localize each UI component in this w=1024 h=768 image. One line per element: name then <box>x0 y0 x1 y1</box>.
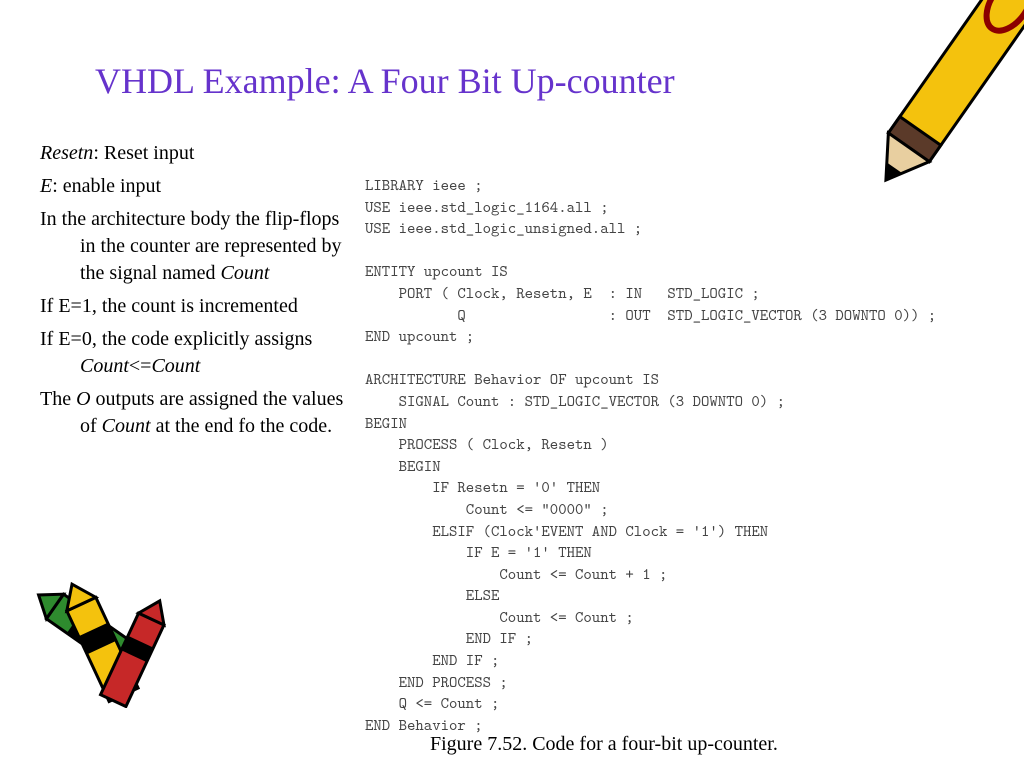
crayons-icon <box>30 578 200 708</box>
term-e: E <box>40 175 52 197</box>
figure-caption: Figure 7.52. Code for a four-bit up-coun… <box>430 733 778 756</box>
vhdl-code-listing: LIBRARY ieee ; USE ieee.std_logic_1164.a… <box>365 175 1005 736</box>
explanation-column: Resetn: Reset input E: enable input In t… <box>40 140 350 446</box>
pencil-icon <box>864 0 1024 190</box>
line-outputs: The O outputs are assigned the values of… <box>40 386 350 440</box>
slide: VHDL Example: A Four Bit Up-counter Rese… <box>0 0 1024 768</box>
line-e0: If E=0, the code explicitly assigns Coun… <box>40 326 350 380</box>
term-resetn: Resetn <box>40 142 93 164</box>
slide-title: VHDL Example: A Four Bit Up-counter <box>95 60 675 102</box>
line-resetn: Resetn: Reset input <box>40 140 350 167</box>
line-arch: In the architecture body the flip-flops … <box>40 206 350 287</box>
line-e1: If E=1, the count is incremented <box>40 293 350 320</box>
term-count: Count <box>221 262 270 284</box>
line-e: E: enable input <box>40 173 350 200</box>
